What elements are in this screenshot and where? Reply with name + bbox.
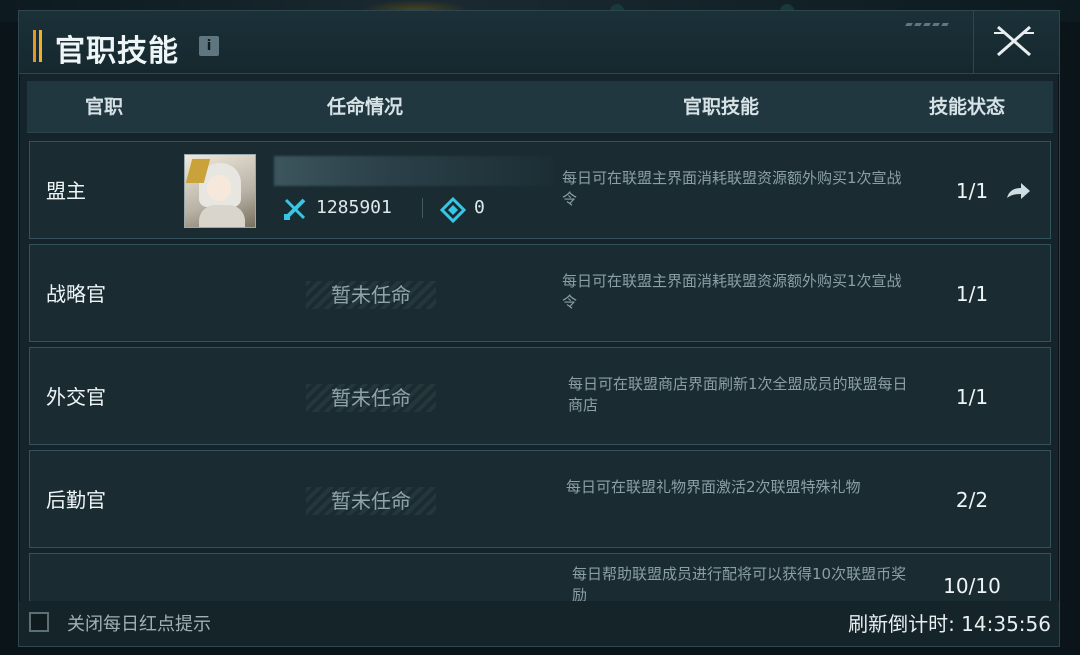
post-name: 盟主 — [46, 179, 86, 203]
leader-name-redacted — [274, 156, 554, 186]
official-skills-panel: 官职技能 i 官职 任命情况 官职技能 技能状态 盟主 1285901 0 每日… — [18, 10, 1060, 647]
unassigned-label[interactable]: 暂未任命 — [306, 281, 436, 309]
skill-status: 1/1 — [955, 179, 989, 203]
table-row-logistics[interactable]: 后勤官 暂未任命 每日可在联盟礼物界面激活2次联盟特殊礼物 2/2 — [29, 450, 1051, 548]
table-row-leader[interactable]: 盟主 1285901 0 每日可在联盟主界面消耗联盟资源额外购买1次宣战令 1/… — [29, 141, 1051, 239]
refresh-countdown: 刷新倒计时: 14:35:56 — [848, 612, 1051, 636]
table-row-diplomat[interactable]: 外交官 暂未任命 每日可在联盟商店界面刷新1次全盟成员的联盟每日商店 1/1 — [29, 347, 1051, 445]
header-decoration — [905, 11, 966, 26]
skill-description: 每日可在联盟主界面消耗联盟资源额外购买1次宣战令 — [562, 169, 902, 208]
skill-description: 每日可在联盟礼物界面激活2次联盟特殊礼物 — [566, 478, 861, 496]
leader-avatar[interactable] — [184, 154, 256, 228]
share-arrow-icon[interactable] — [1004, 180, 1032, 202]
skill-description: 每日帮助联盟成员进行配将可以获得10次联盟币奖励 — [572, 565, 907, 601]
skill-status: 1/1 — [955, 385, 989, 409]
skill-description: 每日可在联盟主界面消耗联盟资源额外购买1次宣战令 — [562, 272, 902, 311]
table-row-strategist[interactable]: 战略官 暂未任命 每日可在联盟主界面消耗联盟资源额外购买1次宣战令 1/1 — [29, 244, 1051, 342]
close-button[interactable] — [973, 11, 1057, 74]
post-name: 战略官 — [46, 282, 106, 306]
checkbox-label: 关闭每日红点提示 — [67, 614, 211, 635]
stat-divider — [422, 198, 423, 218]
unassigned-label[interactable]: 暂未任命 — [306, 384, 436, 412]
leader-gems: 0 — [474, 197, 485, 218]
post-name: 外交官 — [46, 385, 106, 409]
column-header-appointment: 任命情况 — [327, 96, 404, 118]
info-icon[interactable]: i — [199, 36, 219, 56]
post-name: 后勤官 — [46, 488, 106, 512]
table-row-partial[interactable]: 每日帮助联盟成员进行配将可以获得10次联盟币奖励 10/10 — [29, 553, 1051, 601]
diamond-icon — [440, 197, 466, 223]
swords-icon — [284, 198, 306, 220]
skill-status: 10/10 — [943, 574, 1001, 598]
disable-red-dot-checkbox[interactable] — [29, 612, 49, 632]
skill-description: 每日可在联盟商店界面刷新1次全盟成员的联盟每日商店 — [568, 375, 908, 414]
panel-footer: 关闭每日红点提示 刷新倒计时: 14:35:56 — [19, 601, 1059, 646]
column-header-skill: 官职技能 — [683, 96, 760, 118]
column-header-status: 技能状态 — [929, 96, 1006, 118]
panel-header: 官职技能 i — [19, 11, 1059, 74]
close-icon — [994, 25, 1034, 57]
column-header-post: 官职 — [85, 96, 124, 118]
panel-title: 官职技能 — [55, 34, 179, 69]
table-header: 官职 任命情况 官职技能 技能状态 — [27, 81, 1053, 133]
leader-power: 1285901 — [316, 197, 392, 218]
title-accent-mark — [33, 30, 43, 62]
skills-table: 官职 任命情况 官职技能 技能状态 盟主 1285901 0 每日可在联盟主界面… — [27, 81, 1053, 601]
unassigned-label[interactable]: 暂未任命 — [306, 487, 436, 515]
skill-status: 2/2 — [955, 488, 989, 512]
skill-status: 1/1 — [955, 282, 989, 306]
